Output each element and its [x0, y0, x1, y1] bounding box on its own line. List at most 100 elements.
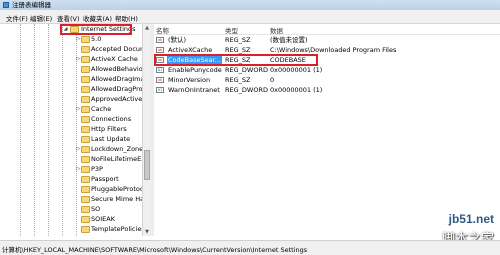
scroll-down-icon[interactable]: ▼ — [143, 228, 151, 236]
folder-icon — [81, 206, 90, 213]
column-header-data[interactable]: 数据 — [270, 25, 283, 35]
tree-scrollbar[interactable]: ▲ ▼ — [142, 24, 151, 236]
tree-node[interactable]: Http Filters — [0, 124, 142, 134]
value-row[interactable]: ab (默认) REG_SZ (数值未设置) — [154, 35, 500, 45]
tree-node-label: Secure Mime Han — [91, 195, 142, 203]
folder-icon — [81, 36, 90, 43]
folder-icon — [81, 166, 90, 173]
tree-node[interactable]: ▷ 5.0 — [0, 34, 142, 44]
regedit-app-icon — [3, 2, 9, 8]
tree-node[interactable]: AllowedDragImag — [0, 74, 142, 84]
value-type: REG_SZ — [225, 36, 251, 44]
tree-node[interactable]: ▷ P3P — [0, 164, 142, 174]
tree-node-label: TemplatePolicies — [91, 225, 142, 233]
folder-icon — [81, 176, 90, 183]
tree-node[interactable]: SO — [0, 204, 142, 214]
string-value-icon: ab — [156, 77, 164, 83]
tree-node-label: AllowedDragProt — [91, 85, 142, 93]
folder-icon — [81, 86, 90, 93]
tree-node-label: 5.0 — [91, 35, 102, 43]
folder-icon — [81, 186, 90, 193]
tree-node-label: Accepted Docum — [91, 45, 142, 53]
tree-node-label: Http Filters — [91, 125, 127, 133]
tree-node[interactable]: ▷ Cache — [0, 104, 142, 114]
tree-node[interactable]: NoFileLifetimeExt — [0, 154, 142, 164]
tree-node[interactable]: ApprovedActiveX — [0, 94, 142, 104]
watermark-site: jb51.net — [448, 212, 494, 226]
menu-view[interactable]: 查看(V) — [57, 13, 80, 23]
column-header-name[interactable]: 名称 — [156, 25, 169, 35]
tree-node-label: Cache — [91, 105, 112, 113]
folder-icon — [81, 76, 90, 83]
tree-node[interactable]: AllowedDragProt — [0, 84, 142, 94]
string-value-icon: ab — [156, 47, 164, 53]
value-data: 0x00000001 (1) — [270, 86, 323, 94]
value-type: REG_DWORD — [225, 66, 268, 74]
tree-node-label: AllowedBehavior — [91, 65, 142, 73]
tree-node[interactable]: Last Update — [0, 134, 142, 144]
value-data: (数值未设置) — [270, 36, 308, 44]
tree-node[interactable]: ▷ ActiveX Cache — [0, 54, 142, 64]
tree-node[interactable]: AllowedBehavior — [0, 64, 142, 74]
tree-node-label: ApprovedActiveX — [91, 95, 142, 103]
menu-favorites[interactable]: 收藏夹(A) — [83, 13, 112, 23]
dword-value-icon: 01 — [156, 67, 164, 73]
scroll-up-icon[interactable]: ▲ — [143, 24, 151, 32]
tree-node[interactable]: Connections — [0, 114, 142, 124]
string-value-icon: ab — [156, 37, 164, 43]
scroll-thumb[interactable] — [144, 150, 150, 180]
tree-node[interactable]: TemplatePolicies — [0, 224, 142, 234]
menu-file[interactable]: 文件(F) — [6, 13, 28, 23]
folder-icon — [81, 96, 90, 103]
value-type: REG_DWORD — [225, 86, 268, 94]
tree-node[interactable]: Passport — [0, 174, 142, 184]
folder-icon — [81, 136, 90, 143]
folder-icon — [81, 66, 90, 73]
tree-node[interactable]: ▷ Lockdown_Zones — [0, 144, 142, 154]
tree-node-label: PluggableProtoco — [91, 185, 142, 193]
value-name: WarnOnIntranet — [168, 86, 220, 94]
tree-node-label: P3P — [91, 165, 103, 173]
folder-icon — [81, 106, 90, 113]
folder-icon — [81, 46, 90, 53]
folder-icon — [81, 226, 90, 233]
value-name: MinorVersion — [168, 76, 211, 84]
tree-node[interactable]: Accepted Docum — [0, 44, 142, 54]
folder-icon — [81, 196, 90, 203]
value-name: EnablePunycode — [168, 66, 222, 74]
folder-icon — [81, 56, 90, 63]
tree-node-label: AllowedDragImag — [91, 75, 142, 83]
status-bar: 计算机\HKEY_LOCAL_MACHINE\SOFTWARE\Microsof… — [0, 240, 500, 255]
tree-node-label: NoFileLifetimeExt — [91, 155, 142, 163]
folder-icon — [81, 216, 90, 223]
tree-node-label: Connections — [91, 115, 132, 123]
tree-node-label: ActiveX Cache — [91, 55, 138, 63]
menu-help[interactable]: 帮助(H) — [115, 13, 138, 23]
tree-node-label: Last Update — [91, 135, 131, 143]
tree-node[interactable]: SOIEAK — [0, 214, 142, 224]
value-data: 0x00000001 (1) — [270, 66, 323, 74]
menu-bar: 文件(F) 编辑(E) 查看(V) 收藏夹(A) 帮助(H) — [0, 10, 500, 24]
value-row[interactable]: 01 WarnOnIntranet REG_DWORD 0x00000001 (… — [154, 85, 500, 95]
folder-icon — [81, 156, 90, 163]
menu-edit[interactable]: 编辑(E) — [30, 13, 52, 23]
value-row[interactable]: ab MinorVersion REG_SZ 0 — [154, 75, 500, 85]
tree-node-label: Passport — [91, 175, 119, 183]
folder-icon — [81, 126, 90, 133]
value-type: REG_SZ — [225, 76, 251, 84]
key-path: 计算机\HKEY_LOCAL_MACHINE\SOFTWARE\Microsof… — [2, 246, 308, 254]
list-header: 名称 类型 数据 — [154, 24, 500, 35]
tree-node-label: SO — [91, 205, 101, 213]
dword-value-icon: 01 — [156, 87, 164, 93]
title-bar: 注册表编辑器 — [0, 0, 500, 10]
registry-tree[interactable]: ◢ Internet Settings ▷ 5.0 Accepted Docum… — [0, 24, 142, 236]
window-title: 注册表编辑器 — [12, 1, 51, 9]
values-list[interactable]: 名称 类型 数据 ab (默认) REG_SZ (数值未设置) ab Activ… — [154, 24, 500, 236]
folder-icon — [81, 116, 90, 123]
tree-node[interactable]: PluggableProtoco — [0, 184, 142, 194]
column-header-type[interactable]: 类型 — [225, 25, 238, 35]
value-row[interactable]: 01 EnablePunycode REG_DWORD 0x00000001 (… — [154, 65, 500, 75]
folder-icon — [81, 146, 90, 153]
value-name: (默认) — [168, 36, 187, 44]
tree-node[interactable]: Secure Mime Han — [0, 194, 142, 204]
